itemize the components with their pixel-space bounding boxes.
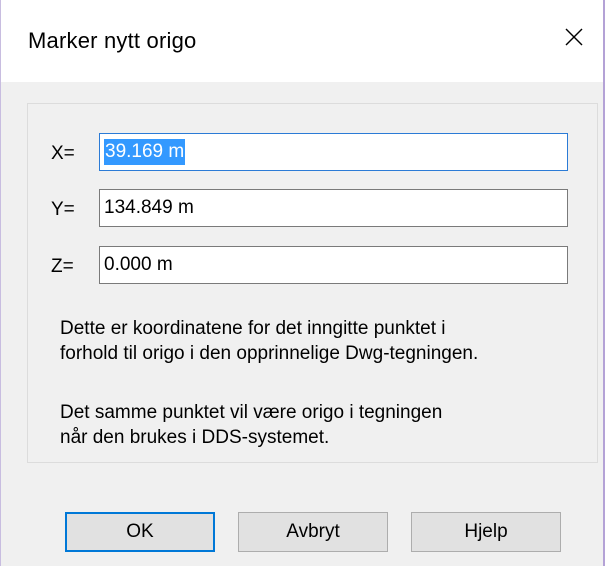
close-icon: [565, 28, 583, 46]
dialog-title: Marker nytt origo: [28, 28, 197, 53]
z-input[interactable]: 0.000 m: [99, 246, 568, 284]
info-paragraph-2: Det samme punktet vil være origo i tegni…: [60, 400, 442, 450]
close-button[interactable]: [551, 14, 597, 60]
title-bar: Marker nytt origo: [1, 0, 603, 82]
z-label: Z=: [51, 256, 74, 277]
dialog-window: Marker nytt origo X= 39.169 m Y= 134.849…: [0, 0, 605, 566]
y-label: Y=: [51, 199, 75, 220]
x-input[interactable]: 39.169 m: [99, 133, 568, 171]
info-line: Dette er koordinatene for det inngitte p…: [60, 318, 446, 339]
x-label: X=: [51, 143, 75, 164]
y-input-value: 134.849 m: [104, 197, 194, 218]
info-paragraph-1: Dette er koordinatene for det inngitte p…: [60, 316, 478, 366]
info-line: Det samme punktet vil være origo i tegni…: [60, 402, 443, 423]
info-line: forhold til origo i den opprinnelige Dwg…: [60, 343, 479, 364]
ok-button[interactable]: OK: [65, 512, 215, 552]
x-input-value: 39.169 m: [104, 139, 186, 165]
info-line: når den brukes i DDS-systemet.: [60, 427, 330, 448]
z-input-value: 0.000 m: [104, 254, 173, 275]
help-button[interactable]: Hjelp: [411, 512, 561, 552]
cancel-button[interactable]: Avbryt: [238, 512, 388, 552]
y-input[interactable]: 134.849 m: [99, 189, 568, 227]
